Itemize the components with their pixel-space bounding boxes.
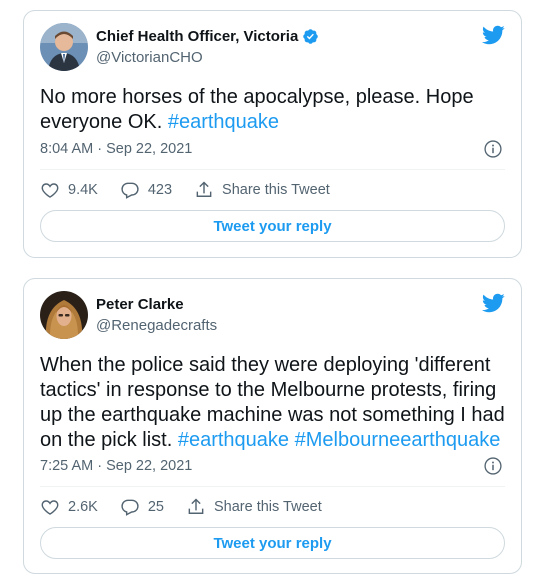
- twitter-bird-icon[interactable]: [481, 23, 505, 47]
- share-action[interactable]: Share this Tweet: [194, 179, 330, 201]
- share-label: Share this Tweet: [222, 182, 330, 198]
- avatar[interactable]: [40, 23, 88, 71]
- twitter-bird-icon[interactable]: [481, 291, 505, 315]
- share-label: Share this Tweet: [213, 499, 322, 515]
- handle[interactable]: @VictorianCHO: [96, 49, 319, 66]
- heart-icon: [41, 500, 59, 515]
- tweet-reply-button[interactable]: Tweet your reply: [40, 210, 505, 242]
- hashtag-link[interactable]: #earthquake: [168, 111, 279, 133]
- handle[interactable]: @Renegadecrafts: [96, 317, 217, 334]
- like-count: 2.6K: [68, 499, 98, 515]
- verified-badge-icon: [303, 29, 319, 44]
- tweet-text: No more horses of the apocalypse, please…: [40, 85, 507, 135]
- reply-icon: [121, 499, 139, 516]
- reply-action[interactable]: 25: [120, 496, 164, 518]
- like-count: 9.4K: [68, 182, 98, 198]
- timestamp[interactable]: 7:25 AM · Sep 22, 2021: [40, 458, 192, 474]
- timestamp[interactable]: 8:04 AM · Sep 22, 2021: [40, 141, 192, 157]
- reply-count: 423: [147, 182, 173, 198]
- hashtag-link[interactable]: #earthquake: [178, 429, 289, 451]
- share-icon: [196, 181, 212, 197]
- info-icon[interactable]: [483, 139, 503, 159]
- action-bar: 9.4K 423 Share this Tweet: [40, 179, 352, 201]
- display-name[interactable]: Peter Clarke: [96, 296, 184, 313]
- tweet-text: When the police said they were deploying…: [40, 353, 507, 453]
- info-icon[interactable]: [483, 456, 503, 476]
- share-action[interactable]: Share this Tweet: [186, 496, 322, 518]
- tweet-reply-button[interactable]: Tweet your reply: [40, 527, 505, 559]
- heart-icon: [41, 183, 59, 198]
- reply-count: 25: [147, 499, 164, 515]
- avatar[interactable]: [40, 291, 88, 339]
- reply-action[interactable]: 423: [120, 179, 172, 201]
- divider: [40, 169, 505, 170]
- display-name[interactable]: Chief Health Officer, Victoria: [96, 28, 298, 45]
- divider: [40, 486, 505, 487]
- like-action[interactable]: 2.6K: [40, 496, 98, 518]
- like-action[interactable]: 9.4K: [40, 179, 98, 201]
- tweet-card[interactable]: Chief Health Officer, Victoria @Victoria…: [23, 10, 522, 258]
- reply-icon: [121, 182, 139, 199]
- share-icon: [188, 498, 204, 514]
- tweet-card[interactable]: Peter Clarke @Renegadecrafts When the po…: [23, 278, 522, 574]
- hashtag-link[interactable]: #Melbourneearthquake: [295, 429, 501, 451]
- action-bar: 2.6K 25 Share this Tweet: [40, 496, 344, 518]
